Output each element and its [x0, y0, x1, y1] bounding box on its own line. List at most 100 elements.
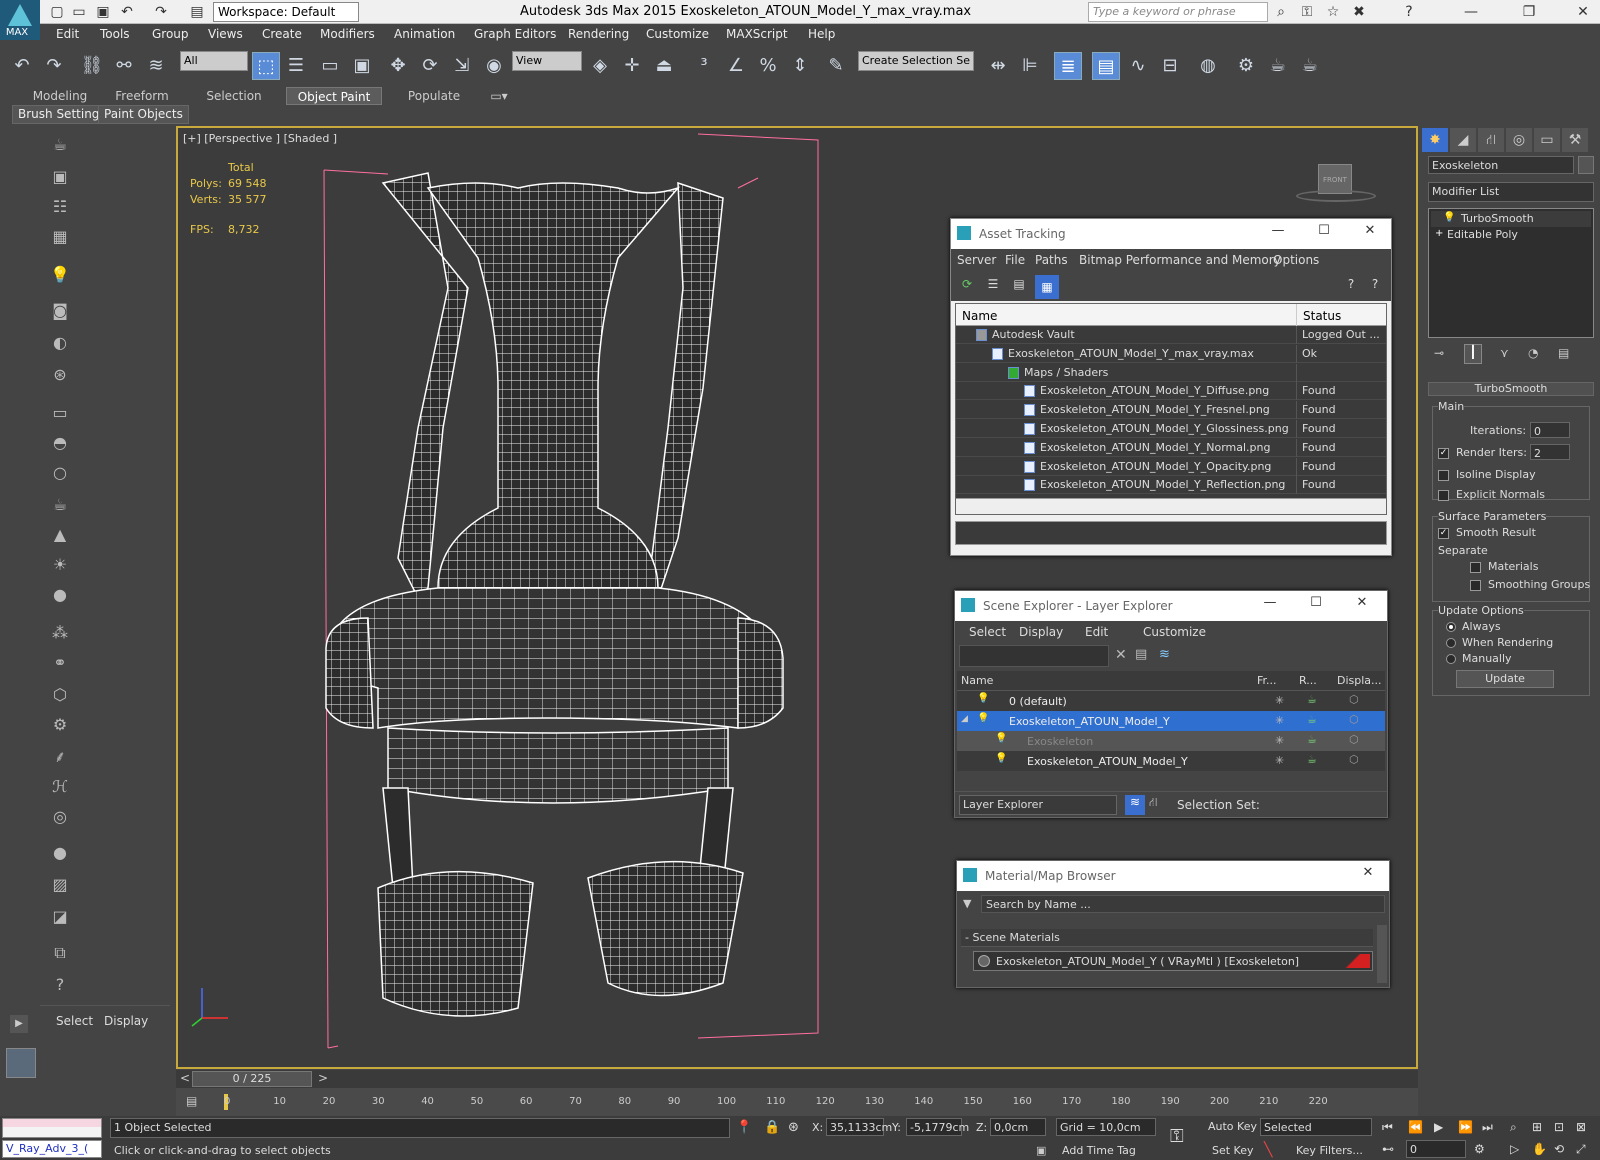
layer-row[interactable]: 💡 Exoskeleton ✳ ☕ ⬡ [957, 731, 1385, 751]
right-thigh-cuff[interactable] [587, 860, 744, 997]
next-frame-icon[interactable]: > [318, 1071, 328, 1085]
subscription-icon[interactable]: ⚿ [1298, 3, 1316, 21]
asset-row[interactable]: Exoskeleton_ATOUN_Model_Y_Opacity.png Fou… [956, 457, 1386, 476]
freeze-icon[interactable]: ✳ [1275, 694, 1284, 707]
object-name-field[interactable]: Exoskeleton [1428, 156, 1574, 174]
horizontal-scrollbar[interactable] [956, 498, 1386, 514]
left-thigh-cuff[interactable] [377, 870, 534, 1017]
asset-row[interactable]: Maps / Shaders [956, 363, 1386, 382]
modify-tab-icon[interactable]: ◢ [1450, 128, 1476, 152]
snap-toggle-icon[interactable]: ³ [690, 52, 718, 80]
tab-selection[interactable]: Selection [196, 87, 272, 105]
maximize-viewport-icon[interactable]: ⤢ [1576, 1142, 1586, 1157]
plane-icon[interactable]: ▭ [46, 400, 74, 426]
frame-buffer-icon[interactable]: ◪ [46, 904, 74, 930]
copy-icon[interactable]: ⧉ [46, 940, 74, 966]
modifier-list-dropdown[interactable]: Modifier List [1428, 182, 1594, 202]
maximize-button[interactable]: ❐ [1520, 3, 1538, 21]
smoothing-groups-checkbox[interactable] [1470, 580, 1481, 591]
texture-ball-icon[interactable]: ◎ [46, 804, 74, 830]
iterations-spinner[interactable]: 0 [1530, 422, 1570, 438]
left-display-tab[interactable]: Display [104, 1014, 148, 1028]
go-to-end-icon[interactable]: ⏭ [1482, 1120, 1493, 1135]
camera-icon[interactable]: ◙ [46, 298, 74, 324]
set-key-button[interactable]: Set Key [1212, 1144, 1254, 1157]
render-camera-icon[interactable]: ⊛ [46, 362, 74, 388]
zoom-extents-all-icon[interactable]: ⊠ [1576, 1120, 1586, 1134]
maximize-button[interactable]: ☐ [1301, 595, 1331, 615]
auto-key-button[interactable]: Auto Key [1208, 1120, 1257, 1133]
light-icon[interactable]: 💡 [46, 262, 74, 288]
teapot-object-icon[interactable]: ☕ [46, 492, 74, 518]
angle-snap-icon[interactable]: ∠ [722, 52, 750, 80]
isoline-checkbox[interactable] [1438, 470, 1449, 481]
help-icon[interactable]: ? [46, 972, 74, 998]
minimize-button[interactable]: — [1255, 595, 1285, 615]
freeze-icon[interactable]: ✳ [1275, 734, 1284, 747]
left-leg-strut[interactable] [382, 787, 414, 889]
edit-named-selection-icon[interactable]: ✎ [822, 52, 850, 80]
close-button[interactable]: ✕ [1574, 3, 1592, 21]
visibility-lightbulb-icon[interactable]: 💡 [995, 733, 1007, 744]
z-coordinate-field[interactable]: 0,0cm [990, 1118, 1046, 1136]
zoom-extents-icon[interactable]: ⊡ [1554, 1120, 1564, 1134]
menu-rendering[interactable]: Rendering [568, 27, 629, 41]
selection-filter-dropdown[interactable]: All [180, 51, 248, 71]
show-end-result-icon[interactable]: ┃ [1464, 344, 1482, 364]
render-teapot-icon[interactable]: ☕ [1307, 733, 1317, 746]
undo-icon[interactable]: ↶ [118, 3, 136, 21]
render-teapot-icon[interactable]: ☕ [1307, 693, 1317, 706]
menu-customize[interactable]: Customize [1143, 625, 1206, 639]
explorer-type-dropdown[interactable]: Layer Explorer [959, 795, 1117, 815]
layer-row[interactable]: ◢ 💡 Exoskeleton_ATOUN_Model_Y ✳ ☕ ⬡ [957, 711, 1385, 731]
freeze-icon[interactable]: ✳ [1275, 754, 1284, 767]
sphere-light-icon[interactable]: ● [46, 582, 74, 608]
percent-snap-icon[interactable]: % [754, 52, 782, 80]
col-display[interactable]: Displa... [1337, 674, 1382, 687]
menu-file[interactable]: File [1005, 253, 1025, 267]
layers-icon[interactable]: ≋ [1159, 647, 1170, 662]
undo-icon[interactable]: ↶ [8, 52, 36, 80]
list-view-icon[interactable]: ☰ [983, 277, 1003, 297]
tab-populate[interactable]: Populate [396, 87, 472, 105]
left-select-tab[interactable]: Select [56, 1014, 93, 1028]
menu-display[interactable]: Display [1019, 625, 1063, 639]
display-tab-icon[interactable]: ▭ [1534, 128, 1560, 152]
smooth-result-checkbox[interactable]: ✓ [1438, 528, 1449, 539]
display-box-icon[interactable]: ⬡ [1349, 733, 1359, 746]
render-teapot-icon[interactable]: ☕ [1307, 753, 1317, 766]
zoom-icon[interactable]: ⌕ [1510, 1120, 1517, 1135]
menu-customize[interactable]: Customize [646, 27, 709, 41]
list-icon[interactable]: ☷ [46, 194, 74, 220]
display-box-icon[interactable]: ⬡ [1349, 753, 1359, 766]
favorites-star-icon[interactable]: ☆ [1324, 3, 1342, 21]
right-hip-pad[interactable] [737, 617, 784, 729]
motion-tab-icon[interactable]: ◎ [1506, 128, 1532, 152]
col-name[interactable]: Name [962, 309, 997, 323]
image-icon[interactable]: ▣ [46, 164, 74, 190]
menu-graph-editors[interactable]: Graph Editors [474, 27, 556, 41]
expand-plus-icon[interactable]: + [1435, 228, 1443, 239]
close-button[interactable]: ✕ [1353, 865, 1383, 885]
select-object-icon[interactable]: ⬚ [252, 52, 280, 80]
communication-center-icon[interactable]: ✖ [1350, 3, 1368, 21]
table-view-icon[interactable]: ▦ [1035, 275, 1059, 299]
waist-belt[interactable] [327, 587, 779, 729]
visibility-lightbulb-icon[interactable]: 💡 [977, 693, 989, 704]
bind-space-warp-icon[interactable]: ≋ [142, 52, 170, 80]
hierarchy-icon[interactable]: ⛙ [1149, 795, 1157, 811]
menu-server[interactable]: Server [957, 253, 996, 267]
prev-frame-icon[interactable]: < [180, 1071, 190, 1085]
asset-row[interactable]: Exoskeleton_ATOUN_Model_Y_Glossiness.png… [956, 420, 1386, 438]
save-icon[interactable]: ▣ [94, 3, 112, 21]
minimize-button[interactable]: — [1462, 3, 1480, 21]
grid-icon[interactable]: ▦ [46, 224, 74, 250]
tab-modeling[interactable]: Modeling [22, 87, 98, 105]
menu-maxscript[interactable]: MAXScript [726, 27, 788, 41]
help-icon[interactable]: ? [1400, 3, 1418, 21]
mirror-icon[interactable]: ⇹ [984, 52, 1012, 80]
placement-icon[interactable]: ◉ [480, 52, 508, 80]
menu-help[interactable]: Help [808, 27, 835, 41]
menu-create[interactable]: Create [262, 27, 302, 41]
display-box-icon[interactable]: ⬡ [1349, 693, 1359, 706]
